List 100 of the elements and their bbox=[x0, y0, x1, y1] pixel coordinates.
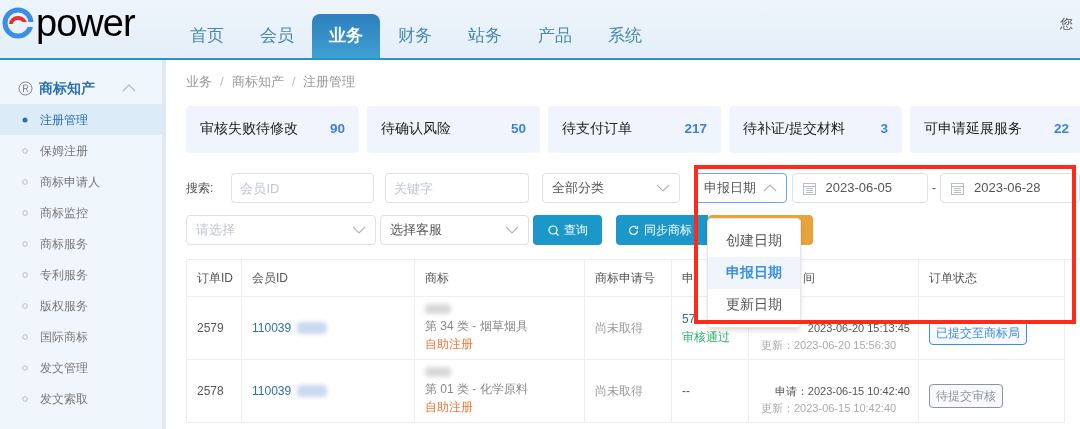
bullet-icon bbox=[22, 271, 28, 278]
table-cell-text: 更新：2023-06-15 10:42:40 bbox=[761, 400, 898, 416]
nav-tab[interactable]: 会员 bbox=[242, 18, 312, 54]
registered-icon bbox=[18, 80, 33, 96]
start-date-field[interactable]: 2023-06-05 bbox=[791, 173, 928, 203]
bullet-icon bbox=[22, 209, 28, 216]
column-header: 订单ID bbox=[197, 270, 233, 287]
search-icon bbox=[547, 224, 559, 236]
sidebar-item[interactable]: 商标监控 bbox=[0, 197, 162, 228]
stat-card[interactable]: 可申请延展服务 22 bbox=[910, 106, 1080, 153]
member-id-link[interactable]: 110039 bbox=[252, 319, 292, 337]
member-id-field[interactable]: 会员ID bbox=[231, 173, 375, 203]
category-select[interactable]: 全部分类 bbox=[541, 173, 680, 203]
logo: power bbox=[2, 4, 135, 42]
chevron-down-icon bbox=[505, 226, 519, 234]
service-select[interactable]: 选择客服 bbox=[380, 215, 529, 245]
redacted-block bbox=[297, 385, 328, 397]
registration-type: 自助注册 bbox=[425, 398, 474, 416]
greeting-text: 您 bbox=[1060, 15, 1073, 33]
query-button[interactable]: 查询 bbox=[533, 215, 602, 245]
sidebar-item[interactable]: 国际商标 bbox=[0, 321, 162, 352]
sidebar-item[interactable]: 专利服务 bbox=[0, 259, 162, 290]
stat-card[interactable]: 审核失败待修改 90 bbox=[186, 106, 359, 153]
breadcrumb-link[interactable]: 注册管理 bbox=[303, 72, 356, 92]
stat-label: 审核失败待修改 bbox=[200, 120, 298, 139]
table-cell-text: 2023-06-20 15:13:45 bbox=[807, 321, 911, 336]
stat-label: 待补证/提交材料 bbox=[743, 120, 845, 139]
stat-label: 待确认风险 bbox=[381, 120, 451, 139]
trademark-class: 第 34 类 - 烟草烟具 bbox=[425, 317, 529, 335]
chevron-down-icon bbox=[352, 226, 366, 234]
stat-count: 217 bbox=[684, 120, 707, 139]
stat-count: 90 bbox=[329, 120, 345, 139]
review-status: 审核通过 bbox=[682, 329, 731, 346]
chevron-up-icon bbox=[762, 184, 777, 192]
nav-tab[interactable]: 首页 bbox=[172, 18, 242, 54]
search-label: 搜索: bbox=[186, 180, 215, 197]
table-cell-text: 尚未取得 bbox=[595, 383, 644, 400]
redacted-block bbox=[297, 322, 328, 334]
breadcrumb-separator: / bbox=[291, 73, 296, 92]
nav-tab[interactable]: 产品 bbox=[520, 18, 590, 54]
stat-label: 待支付订单 bbox=[562, 120, 632, 139]
status-tag: 待提交审核 bbox=[929, 384, 1003, 408]
table-cell-text: 更新：2023-06-20 15:56:30 bbox=[761, 337, 898, 353]
column-header: 商标 bbox=[425, 270, 449, 287]
date-separator: - bbox=[930, 179, 937, 198]
stat-count: 22 bbox=[1053, 120, 1069, 139]
menu-option[interactable]: 申报日期 bbox=[708, 257, 800, 289]
bullet-icon bbox=[22, 240, 28, 247]
stat-count: 3 bbox=[880, 120, 888, 139]
stat-card[interactable]: 待补证/提交材料 3 bbox=[729, 106, 902, 153]
chevron-up-icon bbox=[122, 84, 136, 92]
column-header: 间 bbox=[803, 270, 815, 287]
redacted-block bbox=[425, 366, 451, 377]
chevron-down-icon bbox=[655, 184, 670, 192]
calendar-icon bbox=[802, 181, 816, 195]
bullet-icon bbox=[22, 333, 28, 340]
keyword-field[interactable]: 关键字 bbox=[385, 173, 530, 203]
stat-card[interactable]: 待支付订单 217 bbox=[548, 106, 721, 153]
sidebar-item[interactable]: 注册管理 bbox=[0, 104, 162, 135]
nav-tab[interactable]: 业务 bbox=[312, 14, 380, 58]
menu-option[interactable]: 更新日期 bbox=[708, 289, 800, 321]
table-cell-text: -- bbox=[682, 383, 691, 400]
column-header: 会员ID bbox=[252, 270, 288, 287]
calendar-icon bbox=[951, 181, 964, 195]
bullet-icon bbox=[22, 395, 28, 402]
stat-card[interactable]: 待确认风险 50 bbox=[367, 106, 540, 153]
refresh-icon bbox=[628, 224, 639, 236]
stat-count: 50 bbox=[510, 120, 526, 139]
table-cell-text: 2579 bbox=[197, 320, 225, 337]
bullet-icon bbox=[22, 302, 28, 309]
sidebar-item[interactable]: 保姆注册 bbox=[0, 135, 162, 166]
trademark-class: 第 01 类 - 化学原料 bbox=[425, 380, 529, 398]
breadcrumb-separator: / bbox=[220, 73, 224, 92]
table-cell-text: 尚未取得 bbox=[595, 320, 644, 337]
breadcrumb-link[interactable]: 商标知产 bbox=[231, 72, 284, 92]
breadcrumb-link[interactable]: 业务 bbox=[186, 72, 212, 92]
registration-type: 自助注册 bbox=[425, 335, 474, 353]
sidebar-item[interactable]: 商标申请人 bbox=[0, 166, 162, 197]
nav-tab[interactable]: 系统 bbox=[590, 18, 660, 54]
sidebar-group-header[interactable]: 商标知产 bbox=[0, 74, 162, 102]
sidebar-item[interactable]: 发文索取 bbox=[0, 383, 162, 414]
sidebar-item[interactable]: 商标服务 bbox=[0, 228, 162, 259]
table-cell-text: 2578 bbox=[197, 383, 225, 400]
bullet-icon bbox=[22, 178, 28, 185]
column-header: 订单状态 bbox=[929, 270, 977, 287]
nav-tab[interactable]: 财务 bbox=[380, 18, 450, 54]
redacted-block bbox=[425, 303, 451, 314]
sync-button[interactable]: 同步商标 bbox=[616, 215, 708, 245]
column-header: 申 bbox=[682, 270, 694, 287]
table-cell-text: 申请：2023-06-15 10:42:40 bbox=[774, 384, 911, 399]
column-header: 商标申请号 bbox=[595, 270, 655, 287]
sidebar-item[interactable]: 版权服务 bbox=[0, 290, 162, 321]
sidebar-item[interactable]: 发文管理 bbox=[0, 352, 162, 383]
nav-tab[interactable]: 站务 bbox=[450, 18, 520, 54]
bullet-icon bbox=[22, 364, 28, 371]
member-id-link[interactable]: 110039 bbox=[252, 382, 292, 400]
stat-label: 可申请延展服务 bbox=[924, 120, 1022, 139]
menu-option[interactable]: 创建日期 bbox=[708, 225, 800, 257]
bullet-icon bbox=[22, 116, 28, 123]
end-date-field[interactable]: 2023-06-28 bbox=[940, 173, 1080, 203]
